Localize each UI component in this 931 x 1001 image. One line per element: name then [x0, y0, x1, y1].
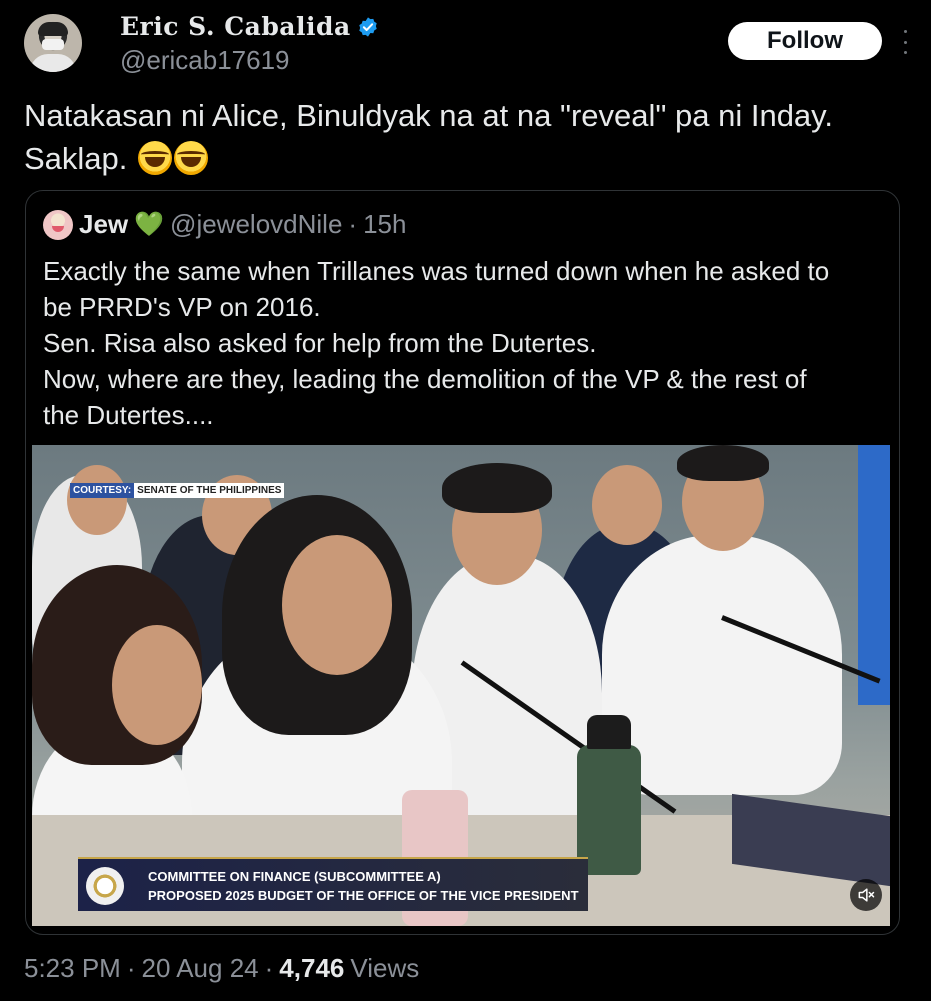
author-name-row[interactable]: Eric S. Cabalida	[120, 12, 379, 41]
video-player[interactable]: COURTESY: SENATE OF THE PHILIPPINES COMM…	[32, 445, 890, 926]
quote-handle: @jewelovdNile	[170, 209, 343, 239]
quote-separator: ·	[348, 209, 358, 239]
video-person-head	[67, 465, 127, 535]
tweet-time[interactable]: 5:23 PM	[24, 953, 121, 984]
views-count[interactable]: 4,746	[279, 953, 344, 984]
more-vertical-icon[interactable]	[900, 30, 910, 54]
courtesy-badge: COURTESY: SENATE OF THE PHILIPPINES	[70, 483, 285, 498]
quote-line: Sen. Risa also asked for help from the D…	[43, 328, 597, 358]
author-display-name[interactable]: Eric S. Cabalida	[120, 12, 351, 41]
avatar-mask	[42, 39, 64, 50]
meta-separator: ·	[126, 953, 136, 983]
video-person-head	[592, 465, 662, 545]
quote-display-name: Jew	[79, 209, 129, 239]
quote-text: Exactly the same when Trillanes was turn…	[43, 253, 888, 433]
video-person-hair	[677, 445, 769, 481]
lower-third-subtitle: PROPOSED 2025 BUDGET OF THE OFFICE OF TH…	[148, 888, 579, 903]
video-person-head	[282, 535, 392, 675]
video-bottle	[577, 715, 641, 875]
quote-header: Jew 💚 @jewelovdNile · 15h	[43, 209, 406, 240]
author-handle[interactable]: @ericab17619	[120, 45, 290, 76]
avatar-body	[30, 54, 76, 72]
speaker-muted-glyph	[858, 888, 875, 902]
video-blue-panel	[858, 445, 890, 705]
tears-of-joy-emoji-icon	[138, 141, 173, 175]
courtesy-label: COURTESY:	[70, 483, 135, 498]
lower-third-banner: COMMITTEE ON FINANCE (SUBCOMMITTEE A) PR…	[78, 857, 588, 911]
views-label[interactable]: Views	[350, 953, 419, 984]
verified-badge-icon	[358, 16, 377, 37]
senate-seal-icon	[86, 867, 124, 905]
tweet-text: Natakasan ni Alice, Binuldyak na at na "…	[24, 94, 904, 180]
volume-muted-icon[interactable]	[850, 879, 882, 911]
tweet-meta: 5:23 PM · 20 Aug 24 · 4,746 Views	[24, 953, 419, 984]
tears-of-joy-emoji-icon	[174, 141, 209, 175]
quote-avatar[interactable]	[43, 209, 73, 240]
avatar-hair	[38, 22, 68, 36]
green-heart-icon: 💚	[134, 211, 165, 238]
avatar[interactable]	[24, 14, 82, 72]
quoted-tweet-card[interactable]: Jew 💚 @jewelovdNile · 15h Exactly the sa…	[25, 190, 900, 935]
quote-line: Now, where are they, leading the demolit…	[43, 364, 807, 394]
lower-third-title: COMMITTEE ON FINANCE (SUBCOMMITTEE A)	[148, 869, 441, 884]
follow-button[interactable]: Follow	[728, 22, 882, 60]
video-person-hair	[442, 463, 552, 513]
video-person-head	[112, 625, 202, 745]
courtesy-source: SENATE OF THE PHILIPPINES	[134, 483, 285, 498]
quote-line: Exactly the same when Trillanes was turn…	[43, 256, 830, 286]
quote-time: 15h	[363, 209, 407, 239]
tweet-date[interactable]: 20 Aug 24	[142, 953, 259, 984]
meta-separator: ·	[264, 953, 274, 983]
quote-line: be PRRD's VP on 2016.	[43, 292, 321, 322]
quote-line: the Dutertes....	[43, 400, 214, 430]
